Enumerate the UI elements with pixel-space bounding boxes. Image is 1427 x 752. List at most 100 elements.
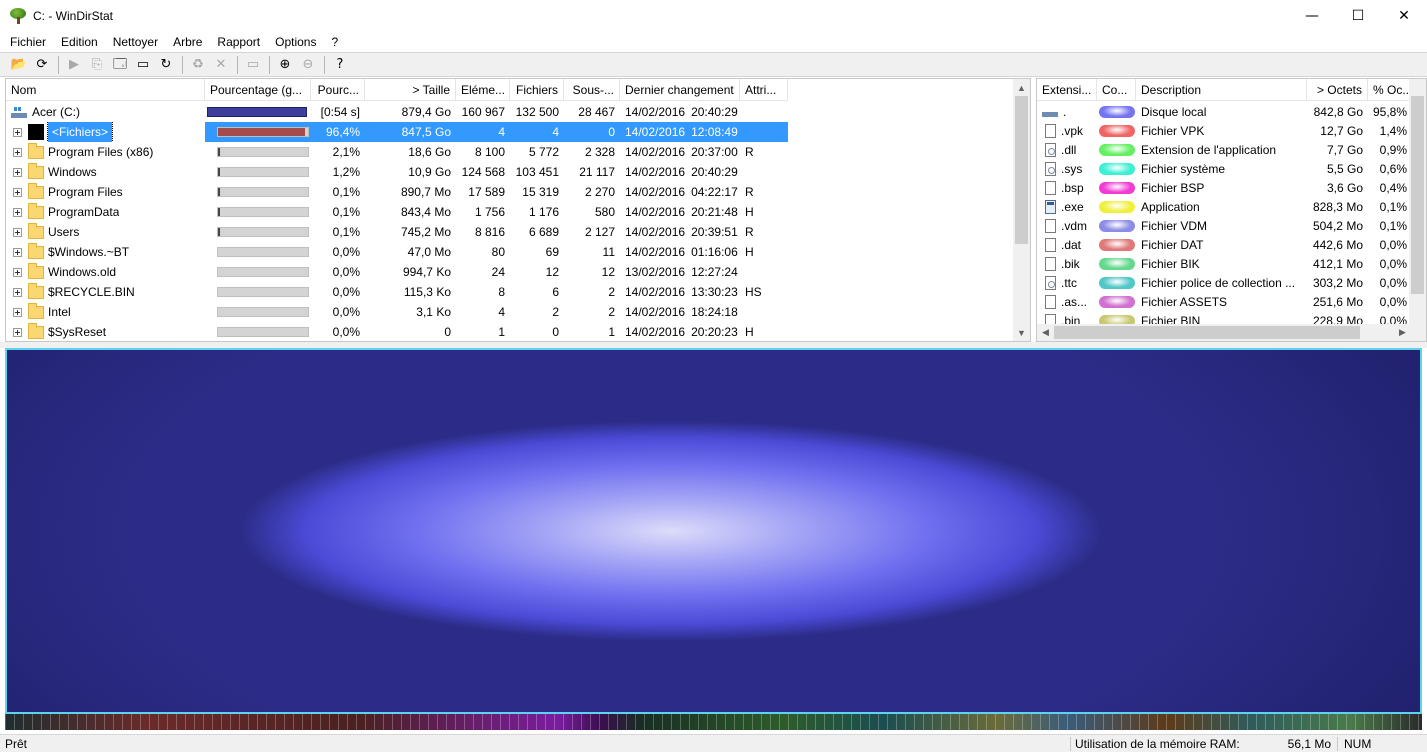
expand-icon[interactable] xyxy=(13,327,22,337)
zoom-in-icon[interactable]: ⊕ xyxy=(274,55,296,75)
tree-column-header[interactable]: > Taille xyxy=(365,79,456,101)
tree-files-cell: 6 xyxy=(552,285,559,299)
tree-vertical-scrollbar[interactable]: ▲ ▼ xyxy=(1013,79,1030,341)
expand-icon[interactable] xyxy=(13,207,22,217)
tree-scroll-thumb[interactable] xyxy=(1015,96,1028,244)
command-prompt-icon[interactable]: ▭ xyxy=(132,55,154,75)
extension-scroll-thumb[interactable] xyxy=(1411,96,1424,294)
play-icon[interactable]: ▶ xyxy=(63,55,85,75)
close-button[interactable]: ✕ xyxy=(1381,0,1427,32)
tree-column-header[interactable]: Pourc... xyxy=(311,79,365,101)
maximize-button[interactable]: ☐ xyxy=(1335,0,1381,32)
scroll-left-icon[interactable]: ◀ xyxy=(1037,324,1054,341)
tree-row[interactable]: ProgramData 0,1% 843,4 Mo 1 756 1 176 580 14/0… xyxy=(6,202,788,222)
scroll-up-icon[interactable]: ▲ xyxy=(1013,79,1030,96)
menu-item-3[interactable]: Arbre xyxy=(165,32,209,52)
folder-icon xyxy=(28,222,44,239)
drive-row[interactable]: Acer (C:) [0:54 s] 879,4 Go 160 967 132 500 2… xyxy=(6,102,788,122)
delete-icon[interactable]: ✕ xyxy=(210,55,232,75)
extension-horizontal-scrollbar[interactable]: ◀ ▶ xyxy=(1037,324,1411,341)
file-icon xyxy=(1045,180,1056,195)
extension-row[interactable]: .ttc Fichier police de collection ... 303,… xyxy=(1037,273,1412,292)
tree-column-header[interactable]: Dernier changement xyxy=(620,79,740,101)
expand-icon[interactable] xyxy=(13,287,22,297)
tree-column-header[interactable]: Eléme... xyxy=(456,79,510,101)
expand-icon[interactable] xyxy=(13,187,22,197)
tree-row[interactable]: Windows.old 0,0% 994,7 Ko 24 12 12 13/02/2016 1… xyxy=(6,262,788,282)
refresh-all-icon[interactable]: ⟳ xyxy=(31,55,53,75)
explorer-icon[interactable]: 🗔 xyxy=(109,55,131,75)
extension-row[interactable]: .bik Fichier BIK 412,1 Mo 0,0% xyxy=(1037,254,1412,273)
recycle-bin-icon[interactable]: ♻ xyxy=(187,55,209,75)
tree-column-header[interactable]: Nom xyxy=(6,79,205,101)
extension-column-headers: Extensi... Co... Description > Octets% Oc..… xyxy=(1037,79,1412,101)
extension-column-header[interactable]: % Oc... xyxy=(1368,79,1412,101)
menu-item-4[interactable]: Rapport xyxy=(209,32,267,52)
tree-percent-cell: 0,0% xyxy=(332,245,360,259)
extension-column-header[interactable]: > Octets xyxy=(1307,79,1368,101)
tree-row[interactable]: Program Files (x86) 2,1% 18,6 Go 8 100 5 772… xyxy=(6,142,788,162)
expand-icon[interactable] xyxy=(13,147,22,157)
treemap-small-files-strip[interactable] xyxy=(5,714,1422,730)
help-icon[interactable]: ? xyxy=(329,55,351,75)
scroll-down-icon[interactable]: ▼ xyxy=(1013,324,1030,341)
tree-column-header[interactable]: Sous-... xyxy=(564,79,620,101)
menu-item-1[interactable]: Edition xyxy=(53,32,105,52)
extension-column-header[interactable]: Co... xyxy=(1097,79,1136,101)
menu-bar: Fichier Edition Nettoyer Arbre Rapport Option… xyxy=(0,32,1427,52)
properties-icon[interactable]: ▭ xyxy=(242,55,264,75)
extension-row[interactable]: .dll Extension de l'application 7,7 Go 0,9% xyxy=(1037,140,1412,159)
extension-percent: 0,0% xyxy=(1379,275,1407,290)
tree-attr-cell xyxy=(740,162,788,182)
extension-row[interactable]: .dat Fichier DAT 442,6 Mo 0,0% xyxy=(1037,235,1412,254)
extension-row[interactable]: .sys Fichier système 5,5 Go 0,6% xyxy=(1037,159,1412,178)
extension-color-cell xyxy=(1097,140,1136,160)
extension-row[interactable]: .bsp Fichier BSP 3,6 Go 0,4% xyxy=(1037,178,1412,197)
treemap-view[interactable] xyxy=(5,348,1422,714)
tree-row[interactable]: $RECYCLE.BIN 0,0% 115,3 Ko 8 6 2 14/02/2016 13:… xyxy=(6,282,788,302)
refresh-icon[interactable]: ↻ xyxy=(155,55,177,75)
expand-icon[interactable] xyxy=(13,267,22,277)
expand-icon[interactable] xyxy=(13,167,22,177)
expand-icon[interactable] xyxy=(13,247,22,257)
extension-column-header[interactable]: Extensi... xyxy=(1037,79,1097,101)
extension-vertical-scrollbar[interactable] xyxy=(1409,79,1426,326)
tree-column-header[interactable]: Attri... xyxy=(740,79,788,101)
extension-hscroll-thumb[interactable] xyxy=(1054,326,1360,339)
expand-icon[interactable] xyxy=(13,307,22,317)
file-icon xyxy=(1045,256,1056,271)
tree-files-cell: 6 689 xyxy=(528,225,559,239)
tree-row[interactable]: $SysReset 0,0% 0 1 0 1 14/02/2016 20:20:23 H xyxy=(6,322,788,341)
menu-item-0[interactable]: Fichier xyxy=(0,32,53,52)
tree-subdirs-cell: 21 117 xyxy=(579,165,615,179)
extension-cell: . xyxy=(1037,102,1097,122)
extension-list-pane[interactable]: Extensi... Co... Description > Octets% Oc..… xyxy=(1036,78,1427,342)
tree-row[interactable]: Program Files 0,1% 890,7 Mo 17 589 15 319 2 2… xyxy=(6,182,788,202)
directory-tree-pane[interactable]: Nom Pourcentage (g... Pourc... > Taille Elém… xyxy=(5,78,1031,342)
extension-row[interactable]: .as... Fichier ASSETS 251,6 Mo 0,0% xyxy=(1037,292,1412,311)
tree-row[interactable]: Intel 0,0% 3,1 Ko 4 2 2 14/02/2016 18:24:18 xyxy=(6,302,788,322)
menu-item-2[interactable]: Nettoyer xyxy=(105,32,165,52)
extension-row[interactable]: .vpk Fichier VPK 12,7 Go 1,4% xyxy=(1037,121,1412,140)
tree-row[interactable]: $Windows.~BT 0,0% 47,0 Mo 80 69 11 14/02/2016 0… xyxy=(6,242,788,262)
extension-row[interactable]: . Disque local 842,8 Go 95,8% xyxy=(1037,102,1412,121)
expand-icon[interactable] xyxy=(13,127,22,137)
status-text: Prêt xyxy=(5,736,28,751)
extension-row[interactable]: .vdm Fichier VDM 504,2 Mo 0,1% xyxy=(1037,216,1412,235)
tree-row[interactable]: Windows 1,2% 10,9 Go 124 568 103 451 21 117 14… xyxy=(6,162,788,182)
tree-column-header[interactable]: Pourcentage (g... xyxy=(205,79,311,101)
zoom-out-icon[interactable]: ⊖ xyxy=(297,55,319,75)
memory-value: 56,1 Mo xyxy=(1287,736,1331,751)
tree-item-name: Intel xyxy=(48,305,71,319)
menu-item-6[interactable]: ? xyxy=(323,32,345,52)
expand-icon[interactable] xyxy=(13,227,22,237)
extension-row[interactable]: .exe Application 828,3 Mo 0,1% xyxy=(1037,197,1412,216)
tree-row[interactable]: <Fichiers> 96,4% 847,5 Go 4 4 0 14/02/2016 12:0… xyxy=(6,122,788,142)
open-folder-icon[interactable]: 📂 xyxy=(8,55,30,75)
extension-column-header[interactable]: Description xyxy=(1136,79,1307,101)
tree-row[interactable]: Users 0,1% 745,2 Mo 8 816 6 689 2 127 14/02/20… xyxy=(6,222,788,242)
copy-icon[interactable]: ⎘ xyxy=(86,55,108,75)
menu-item-5[interactable]: Options xyxy=(267,32,323,52)
minimize-button[interactable]: — xyxy=(1289,0,1335,32)
tree-column-header[interactable]: Fichiers xyxy=(510,79,564,101)
